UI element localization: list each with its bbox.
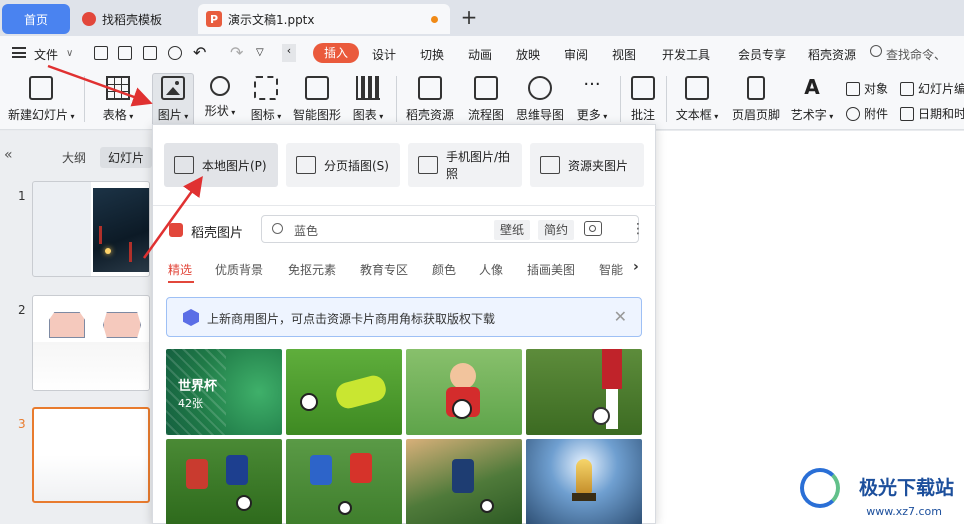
watermark-url: www.xz7.com — [866, 505, 942, 518]
annotation-arrows — [47, 64, 203, 259]
arrow-to-local-picture-icon — [142, 175, 203, 259]
watermark-title: 极光下载站 — [858, 477, 954, 499]
watermark-logo-icon — [800, 468, 840, 508]
arrow-to-picture-icon — [47, 64, 153, 107]
